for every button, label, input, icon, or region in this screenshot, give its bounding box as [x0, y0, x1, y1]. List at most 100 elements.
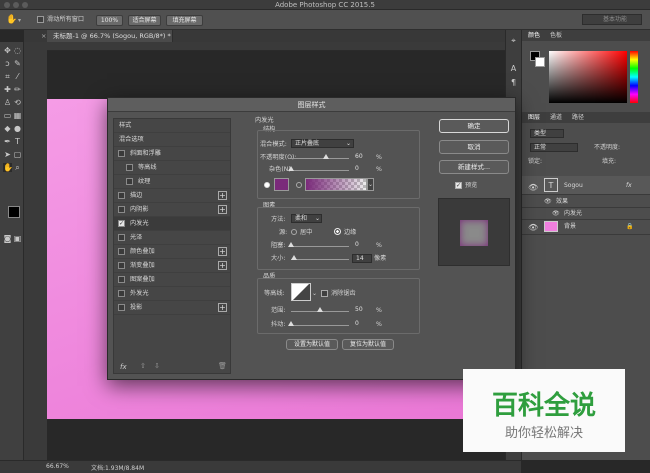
size-slider[interactable] — [291, 259, 349, 260]
type-tool-icon[interactable]: T — [13, 137, 22, 146]
blend-mode-select[interactable]: 正片叠底 ⌄ — [291, 139, 354, 148]
tab-layers[interactable]: 图层 — [528, 113, 540, 122]
fit-screen-button[interactable]: 适合屏幕 — [128, 15, 161, 26]
style-checkbox[interactable] — [118, 304, 125, 311]
dodge-tool-icon[interactable]: ● — [13, 124, 22, 133]
history-panel-icon[interactable]: ⌖ — [509, 36, 518, 45]
move-up-icon[interactable]: ⇧ — [140, 362, 146, 370]
fill-screen-button[interactable]: 填充屏幕 — [166, 15, 203, 26]
eyedropper-tool-icon[interactable]: ⁄ — [13, 72, 22, 81]
contour-picker[interactable] — [291, 283, 311, 301]
preview-checkbox[interactable]: ✓ — [455, 182, 462, 189]
character-panel-icon[interactable]: A — [509, 64, 518, 73]
range-slider-thumb[interactable] — [317, 307, 323, 312]
style-checkbox[interactable] — [126, 164, 133, 171]
layer-row-background[interactable]: 👁 背景 🔒 — [522, 219, 650, 235]
choke-input[interactable]: 0 — [352, 241, 374, 250]
eraser-tool-icon[interactable]: ▭ — [3, 111, 12, 120]
hand-tool-icon[interactable]: ✋ — [6, 15, 17, 25]
move-down-icon[interactable]: ⇩ — [154, 362, 160, 370]
background-color-chip[interactable] — [535, 57, 545, 67]
gradient-swatch[interactable] — [305, 178, 367, 191]
chevron-down-icon[interactable]: ▾ — [18, 17, 21, 24]
tab-swatches[interactable]: 色板 — [550, 31, 562, 40]
style-item[interactable]: 纹理 — [114, 175, 230, 189]
clone-stamp-tool-icon[interactable]: ♙ — [3, 98, 12, 107]
add-style-icon[interactable]: + — [218, 261, 227, 270]
opacity-slider-thumb[interactable] — [322, 154, 329, 159]
blend-options-item[interactable]: 混合选项 — [114, 133, 230, 147]
style-checkbox[interactable] — [118, 206, 125, 213]
healing-brush-tool-icon[interactable]: ✚ — [3, 85, 12, 94]
visibility-eye-icon[interactable]: 👁 — [528, 181, 538, 194]
jitter-slider-thumb[interactable] — [288, 321, 294, 326]
source-edge-radio[interactable] — [334, 228, 341, 235]
shape-tool-icon[interactable]: ▢ — [13, 150, 22, 159]
marquee-tool-icon[interactable]: ◌ — [13, 46, 22, 55]
layer-blend-mode[interactable]: 正常 — [530, 143, 578, 152]
solid-color-radio[interactable] — [264, 182, 270, 188]
hue-slider[interactable] — [630, 51, 638, 103]
quick-mask-icon[interactable]: ◙ — [3, 234, 12, 243]
paragraph-panel-icon[interactable]: ¶ — [509, 78, 518, 87]
color-field[interactable] — [549, 51, 627, 103]
tab-paths[interactable]: 路径 — [572, 113, 584, 122]
add-style-icon[interactable]: + — [218, 303, 227, 312]
jitter-slider[interactable] — [291, 325, 349, 326]
style-checkbox[interactable] — [118, 248, 125, 255]
chevron-down-icon[interactable]: ⌄ — [312, 290, 317, 297]
visibility-eye-icon[interactable]: 👁 — [528, 221, 538, 234]
size-input[interactable]: 14 — [352, 254, 372, 263]
choke-slider[interactable] — [291, 246, 349, 247]
style-item[interactable]: 颜色叠加 + — [114, 245, 230, 259]
style-item[interactable]: 描边 + — [114, 189, 230, 203]
noise-slider-thumb[interactable] — [288, 166, 294, 171]
size-slider-thumb[interactable] — [291, 255, 298, 260]
style-item[interactable]: 图案叠加 — [114, 273, 230, 287]
source-center-radio[interactable] — [291, 229, 297, 235]
style-checkbox[interactable] — [118, 234, 125, 241]
style-item[interactable]: 内阴影 + — [114, 203, 230, 217]
noise-input[interactable]: 0 — [352, 165, 374, 174]
gradient-radio[interactable] — [296, 182, 302, 188]
style-item[interactable]: 光泽 — [114, 231, 230, 245]
fx-icon[interactable]: fx — [626, 179, 632, 192]
zoom-readout[interactable]: 66.67% — [46, 463, 69, 470]
gradient-tool-icon[interactable]: ▦ — [13, 111, 22, 120]
choke-slider-thumb[interactable] — [288, 242, 294, 247]
noise-slider[interactable] — [291, 170, 349, 171]
scrub-all-windows-checkbox[interactable] — [37, 16, 44, 23]
reset-default-button[interactable]: 复位为默认值 — [342, 339, 394, 350]
path-select-tool-icon[interactable]: ➤ — [3, 150, 12, 159]
quick-select-tool-icon[interactable]: ✎ — [13, 59, 22, 68]
cancel-button[interactable]: 取消 — [439, 140, 509, 154]
range-input[interactable]: 50 — [352, 306, 374, 315]
new-style-button[interactable]: 新建样式... — [439, 160, 509, 174]
foreground-color-swatch[interactable] — [8, 206, 20, 218]
style-item[interactable]: ✓ 内发光 — [114, 217, 230, 231]
style-item[interactable]: 渐变叠加 + — [114, 259, 230, 273]
style-item[interactable]: 外发光 — [114, 287, 230, 301]
ok-button[interactable]: 确定 — [439, 119, 509, 133]
style-checkbox[interactable] — [118, 276, 125, 283]
close-tab-icon[interactable]: × — [41, 30, 46, 42]
antialias-checkbox[interactable] — [321, 290, 328, 297]
jitter-input[interactable]: 0 — [352, 320, 374, 329]
styles-header[interactable]: 样式 — [114, 119, 230, 133]
move-tool-icon[interactable]: ✥ — [3, 46, 12, 55]
style-checkbox[interactable] — [118, 150, 125, 157]
style-item[interactable]: 斜面和浮雕 — [114, 147, 230, 161]
glow-color-swatch[interactable] — [274, 178, 289, 191]
document-tab[interactable]: 未标题-1 @ 66.7% (Sogou, RGB/8*) * × — [41, 30, 173, 42]
hand-tool-icon[interactable]: ✋ — [3, 163, 13, 172]
style-item[interactable]: 投影 + — [114, 301, 230, 315]
style-checkbox[interactable] — [118, 192, 125, 199]
layer-kind-filter[interactable]: 类型 — [530, 129, 564, 138]
add-style-icon[interactable]: + — [218, 191, 227, 200]
style-checkbox[interactable] — [118, 290, 125, 297]
opacity-slider[interactable] — [291, 158, 349, 159]
style-item[interactable]: 等高线 — [114, 161, 230, 175]
history-brush-tool-icon[interactable]: ⟲ — [13, 98, 22, 107]
pen-tool-icon[interactable]: ✒ — [3, 137, 12, 146]
zoom-tool-icon[interactable]: ⌕ — [13, 163, 22, 172]
